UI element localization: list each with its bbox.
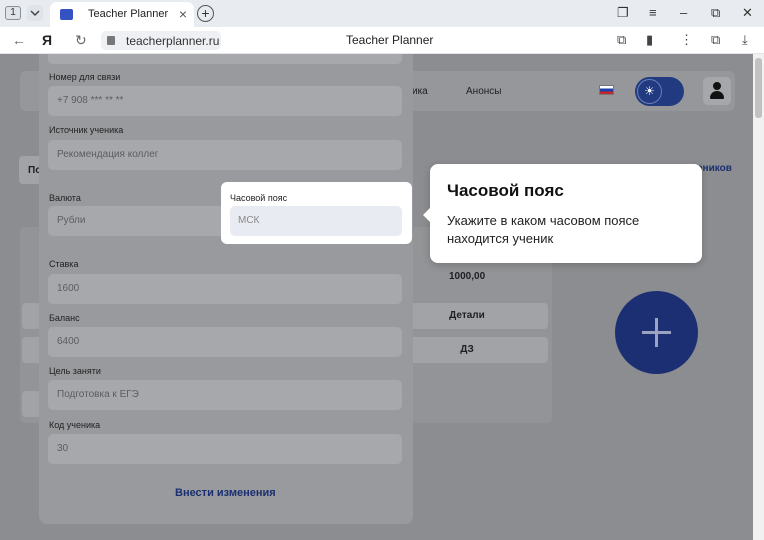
reload-icon[interactable]: ↻ xyxy=(75,32,87,48)
currency-label: Валюта xyxy=(49,193,81,203)
chevron-down-icon xyxy=(30,10,40,17)
goal-label: Цель заняти xyxy=(49,366,101,376)
nav-link-announcements[interactable]: Анонсы xyxy=(466,86,501,97)
timezone-field-highlight: Часовой пояс МСК xyxy=(221,182,412,244)
source-input[interactable]: Рекомендация коллег xyxy=(48,140,402,170)
address-bar: ← Я ↻ teacherplanner.ru Teacher Planner … xyxy=(0,27,764,54)
minimize-icon[interactable]: – xyxy=(680,5,687,21)
phone-label: Номер для связи xyxy=(49,72,121,82)
goal-input[interactable]: Подготовка к ЕГЭ xyxy=(48,380,402,410)
rate-label: Ставка xyxy=(49,259,79,269)
balance-label: Баланс xyxy=(49,313,80,323)
new-tab-button[interactable]: + xyxy=(197,5,214,22)
source-label: Источник ученика xyxy=(49,125,124,135)
bookmark-icon[interactable]: ▮ xyxy=(646,32,653,48)
onboarding-tooltip: Часовой пояс Укажите в каком часовом поя… xyxy=(423,164,702,263)
nav-link-partial[interactable]: ика xyxy=(412,86,428,97)
url-pill[interactable]: teacherplanner.ru xyxy=(101,31,221,50)
tab-counter[interactable]: 1 xyxy=(5,6,21,20)
page-title: Teacher Planner xyxy=(346,33,434,47)
submit-button[interactable]: Внести изменения xyxy=(175,487,276,499)
yandex-icon[interactable]: Я xyxy=(42,32,52,48)
user-profile-button[interactable] xyxy=(703,77,731,105)
url-text: teacherplanner.ru xyxy=(126,34,220,48)
phone-input[interactable]: +7 908 *** ** ** xyxy=(48,86,402,116)
edit-student-form: Номер для связи +7 908 *** ** ** Источни… xyxy=(39,54,413,524)
page-content: ика Анонсы ☀ По еников 1000,00 Детали ДЗ… xyxy=(0,54,753,540)
timezone-input[interactable]: МСК xyxy=(230,206,402,236)
translate-icon[interactable]: ⧉ xyxy=(617,32,626,48)
balance-input[interactable]: 6400 xyxy=(48,327,402,357)
more-vertical-icon[interactable]: ⋮ xyxy=(680,32,693,48)
browser-tab-bar: 1 Teacher Planner × + ❐ ≡ – ⧉ ✕ xyxy=(0,0,764,27)
tooltip-text: Укажите в каком часовом поясе находится … xyxy=(447,213,640,246)
download-icon[interactable]: ⤓ xyxy=(742,32,748,48)
back-arrow-icon[interactable]: ← xyxy=(12,32,26,48)
timezone-label: Часовой пояс xyxy=(230,193,288,203)
tab-list-button[interactable] xyxy=(27,5,43,21)
tab-title: Teacher Planner xyxy=(88,8,169,20)
currency-input[interactable]: Рубли xyxy=(48,206,228,236)
tooltip-title: Часовой пояс xyxy=(447,181,564,200)
lock-icon xyxy=(107,36,115,45)
scrollbar-thumb[interactable] xyxy=(755,58,762,118)
collections-icon[interactable]: ❐ xyxy=(617,5,629,21)
user-icon xyxy=(713,82,721,90)
sun-icon: ☀ xyxy=(637,79,662,104)
rate-input[interactable]: 1600 xyxy=(48,274,402,304)
page-scrollbar[interactable] xyxy=(753,54,764,540)
students-link[interactable]: еников xyxy=(697,163,732,174)
amount-value: 1000,00 xyxy=(449,271,486,282)
language-flag-icon[interactable] xyxy=(599,85,614,95)
site-favicon-icon xyxy=(60,9,73,20)
close-window-icon[interactable]: ✕ xyxy=(742,5,753,21)
previous-field-input[interactable] xyxy=(48,54,402,64)
theme-toggle[interactable]: ☀ xyxy=(635,77,684,106)
menu-icon[interactable]: ≡ xyxy=(649,5,657,21)
restore-icon[interactable]: ⧉ xyxy=(711,5,720,21)
code-input[interactable]: 30 xyxy=(48,434,402,464)
extensions-icon[interactable]: ⧉ xyxy=(711,32,720,48)
close-tab-icon[interactable]: × xyxy=(179,6,187,22)
add-button[interactable] xyxy=(615,291,698,374)
code-label: Код ученика xyxy=(49,420,101,430)
browser-tab-active[interactable]: Teacher Planner × xyxy=(50,2,194,27)
